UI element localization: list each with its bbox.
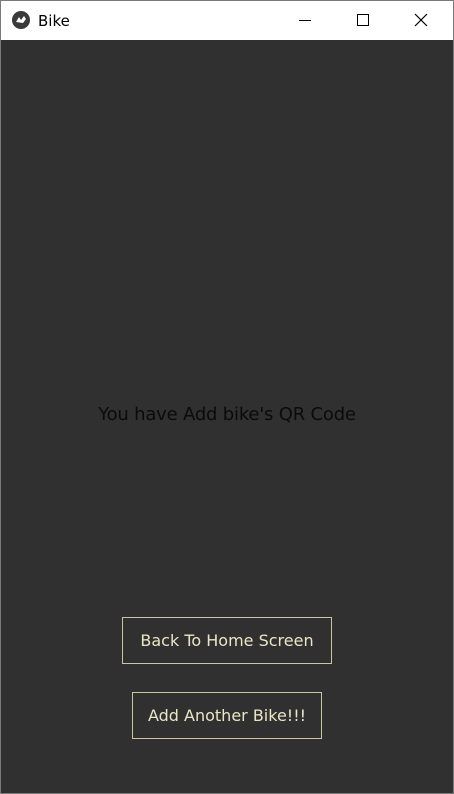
add-another-bike-button[interactable]: Add Another Bike!!!	[132, 692, 322, 739]
minimize-button[interactable]	[277, 1, 335, 40]
status-message: You have Add bike's QR Code	[98, 404, 356, 425]
title-bar[interactable]: Bike	[1, 1, 453, 40]
maximize-button[interactable]	[335, 1, 393, 40]
main-content: You have Add bike's QR Code Back To Home…	[1, 40, 453, 793]
minimize-icon	[299, 20, 311, 21]
kivy-app-icon	[12, 11, 30, 29]
close-button[interactable]	[393, 1, 451, 40]
maximize-icon	[357, 14, 369, 26]
back-to-home-button[interactable]: Back To Home Screen	[122, 617, 332, 664]
app-window: Bike You have Add bike's QR Code Back To…	[0, 0, 454, 794]
window-title: Bike	[38, 12, 70, 30]
close-icon	[414, 13, 428, 27]
